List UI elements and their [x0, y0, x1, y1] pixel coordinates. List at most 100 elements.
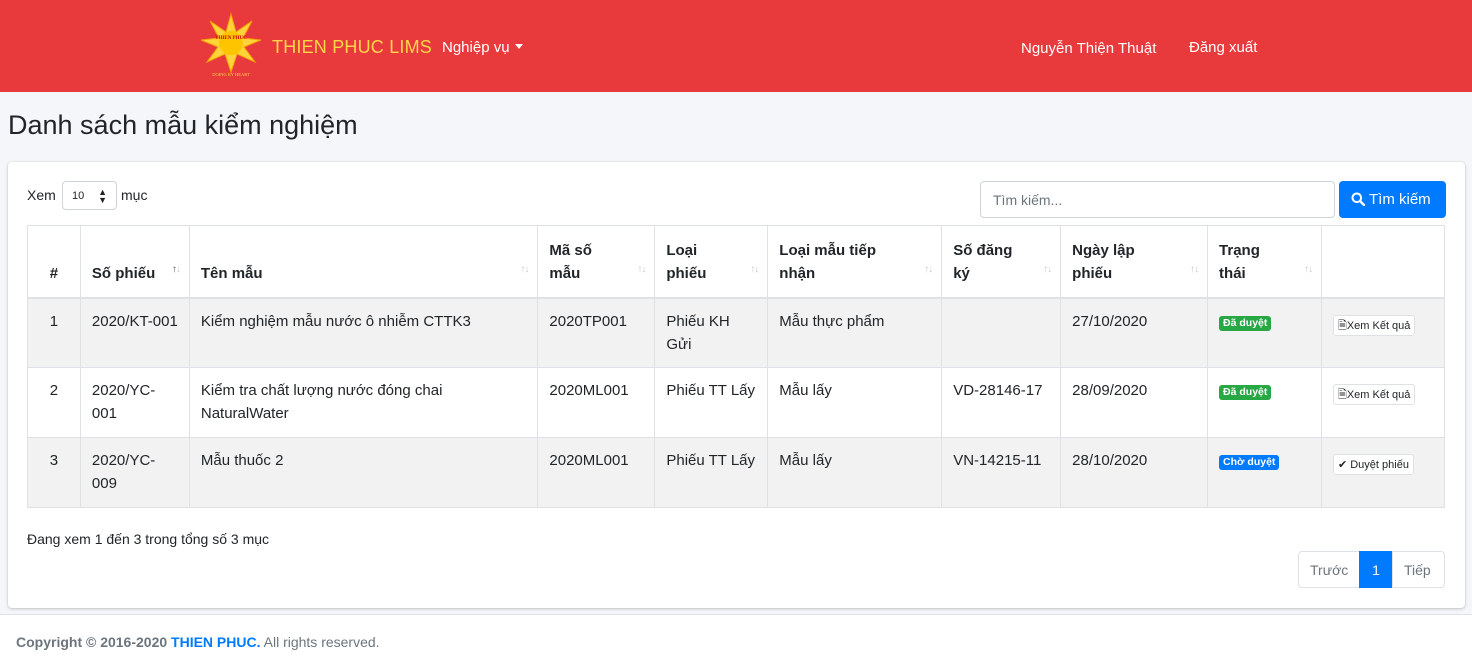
- file-icon: 🗎: [1337, 319, 1347, 332]
- svg-text:THIEN PHUC: THIEN PHUC: [215, 36, 247, 41]
- pagination: Trước 1 Tiếp: [1298, 551, 1445, 588]
- length-label-after: mục: [121, 187, 148, 203]
- col-header-label: Loại phiếu: [666, 241, 707, 282]
- nav-user-name[interactable]: Nguyễn Thiện Thuật: [1021, 40, 1156, 57]
- search-button[interactable]: Tìm kiếm: [1339, 181, 1446, 218]
- col-header-trang-thai[interactable]: Trạng thái ↑↓: [1207, 225, 1322, 299]
- cell-loai-mau: Mẫu lấy: [767, 437, 943, 508]
- brand-title[interactable]: THIEN PHUC LIMS: [272, 37, 432, 58]
- sort-icon: ↑↓: [1303, 263, 1313, 275]
- action-label: Xem Kết quả: [1346, 389, 1411, 401]
- col-header-so-phieu[interactable]: Số phiếu ↑↓: [79, 225, 190, 299]
- status-badge: Đã duyệt: [1219, 315, 1272, 331]
- cell-ngay-lap: 28/10/2020: [1060, 437, 1209, 508]
- table-info: Đang xem 1 đến 3 trong tổng số 3 mục: [27, 531, 270, 547]
- sort-icon: ↑↓: [1190, 263, 1199, 275]
- search-button-label: Tìm kiếm: [1369, 191, 1431, 208]
- cell-ma-so-mau: 2020ML001: [537, 437, 656, 508]
- length-label-before: Xem: [27, 187, 56, 203]
- pagination-prev[interactable]: Trước: [1298, 551, 1360, 588]
- cell-ten-mau: Kiểm nghiệm mẫu nước ô nhiễm CTTK3: [188, 297, 539, 368]
- nav-menu-nghiep-vu[interactable]: Nghiệp vụ: [442, 39, 523, 56]
- file-icon: 🗎: [1337, 389, 1347, 401]
- col-header-label: Tên mẫu: [200, 264, 263, 282]
- cell-ngay-lap: 28/09/2020: [1060, 367, 1209, 438]
- table-row: 2 2020/YC-001 Kiểm tra chất lượng nước đ…: [27, 367, 1446, 438]
- cell-ten-mau: Mẫu thuốc 2: [188, 437, 539, 508]
- approve-button[interactable]: ✔ Duyệt phiếu: [1332, 454, 1414, 475]
- cell-ngay-lap: 27/10/2020: [1060, 297, 1209, 368]
- pagination-next[interactable]: Tiếp: [1392, 551, 1445, 588]
- caret-down-icon: [514, 44, 523, 49]
- cell-so-phieu: 2020/YC-009: [79, 437, 190, 508]
- samples-table: # Số phiếu ↑↓ Tên mẫu ↑↓ Mã số mẫu ↑↓ Loại …: [27, 225, 1446, 508]
- cell-trang-thai: Đã duyệt: [1207, 367, 1322, 438]
- samples-card: Xem 10 ▲ ▼ mục Tìm kiếm... Tìm kiếm # Số …: [8, 162, 1465, 608]
- page-title: Danh sách mẫu kiểm nghiệm: [8, 110, 358, 140]
- col-header-label: Trạng thái: [1219, 241, 1260, 282]
- thien-phuc-logo[interactable]: THIEN PHUC DOING BY HEART: [200, 12, 262, 78]
- svg-text:DOING BY HEART: DOING BY HEART: [212, 72, 250, 77]
- col-header-so-dang-ky[interactable]: Số đăng ký ↑↓: [941, 225, 1062, 299]
- col-header-ngay-lap[interactable]: Ngày lập phiếu ↑↓: [1060, 225, 1209, 299]
- sort-icon: ↑↓: [520, 263, 529, 275]
- cell-actions: 🗎Xem Kết quả: [1320, 367, 1446, 438]
- copyright-prefix: Copyright © 2016-2020: [16, 634, 172, 650]
- cell-so-dang-ky: [941, 297, 1062, 368]
- col-header-loai-phieu[interactable]: Loại phiếu ↑↓: [654, 225, 769, 299]
- sort-icon: ↑↓: [924, 263, 933, 275]
- cell-actions: ✔ Duyệt phiếu: [1320, 437, 1446, 508]
- cell-index: 3: [27, 437, 81, 508]
- col-header-label: Mã số mẫu: [549, 241, 592, 282]
- cell-so-dang-ky: VN-14215-11: [941, 437, 1062, 508]
- cell-actions: 🗎Xem Kết quả: [1320, 297, 1446, 368]
- action-label: Duyệt phiếu: [1350, 459, 1409, 471]
- col-header-label: Số phiếu: [91, 264, 156, 282]
- footer-brand-link[interactable]: THIEN PHUC.: [171, 634, 260, 650]
- select-arrows-icon: ▲ ▼: [98, 187, 107, 205]
- status-badge: Chờ duyệt: [1219, 455, 1280, 470]
- cell-loai-phieu: Phiếu KH Gửi: [654, 297, 769, 368]
- view-result-button[interactable]: 🗎Xem Kết quả: [1332, 314, 1416, 336]
- check-icon: ✔: [1337, 459, 1351, 471]
- search-input[interactable]: Tìm kiếm...: [980, 181, 1335, 218]
- search-icon: [1351, 192, 1366, 207]
- sort-icon: ↑↓: [637, 263, 646, 275]
- cell-index: 1: [27, 297, 81, 368]
- cell-trang-thai: Chờ duyệt: [1207, 437, 1322, 508]
- col-header-label: Loại mẫu tiếp nhận: [779, 241, 876, 282]
- table-row: 3 2020/YC-009 Mẫu thuốc 2 2020ML001 Phiế…: [27, 437, 1446, 508]
- action-label: Xem Kết quả: [1346, 319, 1411, 332]
- cell-ma-so-mau: 2020TP001: [537, 297, 656, 368]
- cell-so-phieu: 2020/YC-001: [79, 367, 190, 438]
- view-result-button[interactable]: 🗎Xem Kết quả: [1332, 384, 1416, 405]
- table-header-row: # Số phiếu ↑↓ Tên mẫu ↑↓ Mã số mẫu ↑↓ Loại …: [27, 225, 1446, 299]
- page-length-select[interactable]: 10 ▲ ▼: [62, 181, 117, 210]
- cell-trang-thai: Đã duyệt: [1207, 297, 1322, 368]
- col-header-actions: [1320, 225, 1446, 299]
- copyright: Copyright © 2016-2020 THIEN PHUC. All ri…: [16, 634, 380, 650]
- nav-menu-label: Nghiệp vụ: [442, 39, 510, 56]
- navbar: THIEN PHUC DOING BY HEART THIEN PHUC LIM…: [0, 0, 1472, 92]
- pagination-page-1[interactable]: 1: [1359, 551, 1393, 588]
- status-badge: Đã duyệt: [1219, 385, 1272, 400]
- cell-ma-so-mau: 2020ML001: [537, 367, 656, 438]
- col-header-label: Số đăng ký: [953, 241, 1013, 282]
- logout-link[interactable]: Đăng xuất: [1189, 39, 1257, 56]
- cell-index: 2: [27, 367, 81, 438]
- col-header-ten-mau[interactable]: Tên mẫu ↑↓: [188, 225, 539, 299]
- cell-ten-mau: Kiểm tra chất lượng nước đóng chai Natur…: [188, 367, 539, 438]
- cell-so-dang-ky: VD-28146-17: [941, 367, 1062, 438]
- table-row: 1 2020/KT-001 Kiểm nghiệm mẫu nước ô nhi…: [27, 297, 1446, 368]
- col-header-ma-so-mau[interactable]: Mã số mẫu ↑↓: [537, 225, 656, 299]
- sort-icon: ↑↓: [750, 263, 759, 275]
- copyright-suffix: All rights reserved.: [260, 634, 380, 650]
- cell-loai-mau: Mẫu thực phẩm: [767, 297, 943, 368]
- col-header-index: #: [27, 225, 81, 299]
- cell-loai-mau: Mẫu lấy: [767, 367, 943, 438]
- col-header-loai-mau[interactable]: Loại mẫu tiếp nhận ↑↓: [767, 225, 943, 299]
- col-header-label: Ngày lập phiếu: [1072, 241, 1135, 282]
- cell-so-phieu: 2020/KT-001: [79, 297, 190, 368]
- sort-icon: ↑↓: [1043, 263, 1052, 275]
- page-length-value: 10: [72, 190, 85, 202]
